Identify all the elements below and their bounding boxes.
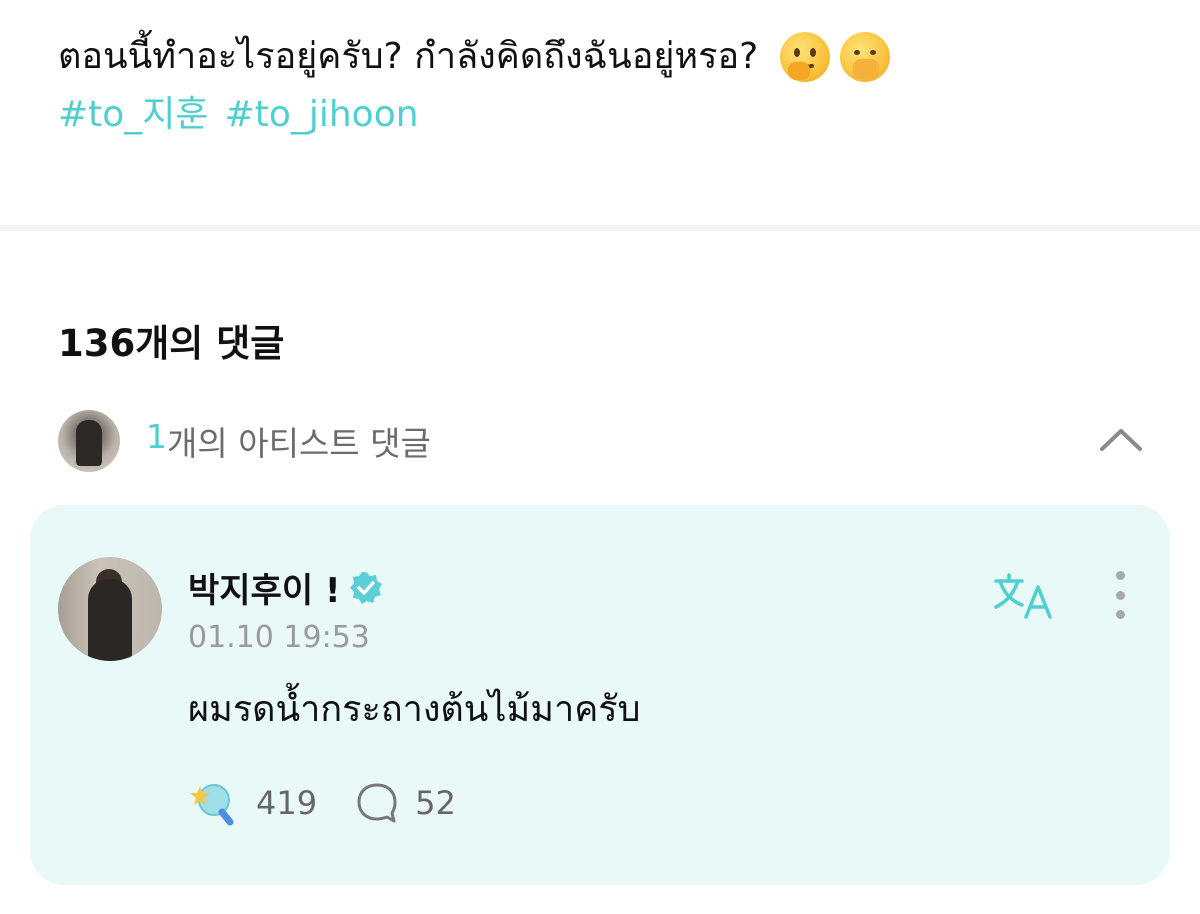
author-row: 박지후이 ! [188,563,384,612]
artist-comments-text: 개의 아티스트 댓글 [167,424,431,463]
translate-icon[interactable] [992,571,1054,621]
artist-comment-card: 박지후이 ! 01.10 19:53 ผมรดน้ำกระถางต้นไม้มา… [30,505,1170,885]
hashtag-list: #to_지훈 #to_jihoon [58,86,1178,144]
lightstick-like-icon[interactable] [188,780,238,826]
more-options-icon[interactable] [1106,571,1134,619]
comment-timestamp: 01.10 19:53 [188,620,370,655]
artist-comments-label: 1 개의 아티스트 댓글 [146,417,431,465]
comment-reactions: 419 52 [188,780,456,826]
artist-avatar-small [58,410,120,472]
like-count: 419 [256,784,318,822]
author-name[interactable]: 박지후이 ! [188,563,340,612]
verified-badge-icon [350,571,383,604]
section-divider [0,225,1200,231]
comment-text: ผมรดน้ำกระถางต้นไม้มาครับ [188,689,641,730]
thinking-face-icon [780,32,831,82]
hashtag-link[interactable]: #to_jihoon [225,86,419,144]
post-text-line: ตอนนี้ทำอะไรอยู่ครับ? กำลังคิดถึงฉันอยู่… [58,28,1178,86]
reply-count: 52 [415,784,456,822]
reply-bubble-icon[interactable] [355,781,399,825]
avatar[interactable] [58,557,162,661]
post-text: ตอนนี้ทำอะไรอยู่ครับ? กำลังคิดถึงฉันอยู่… [58,36,759,77]
artist-comment-count: 1 [146,417,167,456]
hashtag-link[interactable]: #to_지훈 [58,86,209,144]
chevron-up-icon[interactable] [1096,419,1146,459]
artist-comments-toggle[interactable]: 1 개의 아티스트 댓글 [58,410,1158,472]
comment-count-heading: 136개의 댓글 [58,322,285,365]
hand-over-mouth-icon [840,32,891,82]
post-content: ตอนนี้ทำอะไรอยู่ครับ? กำลังคิดถึงฉันอยู่… [58,28,1178,144]
